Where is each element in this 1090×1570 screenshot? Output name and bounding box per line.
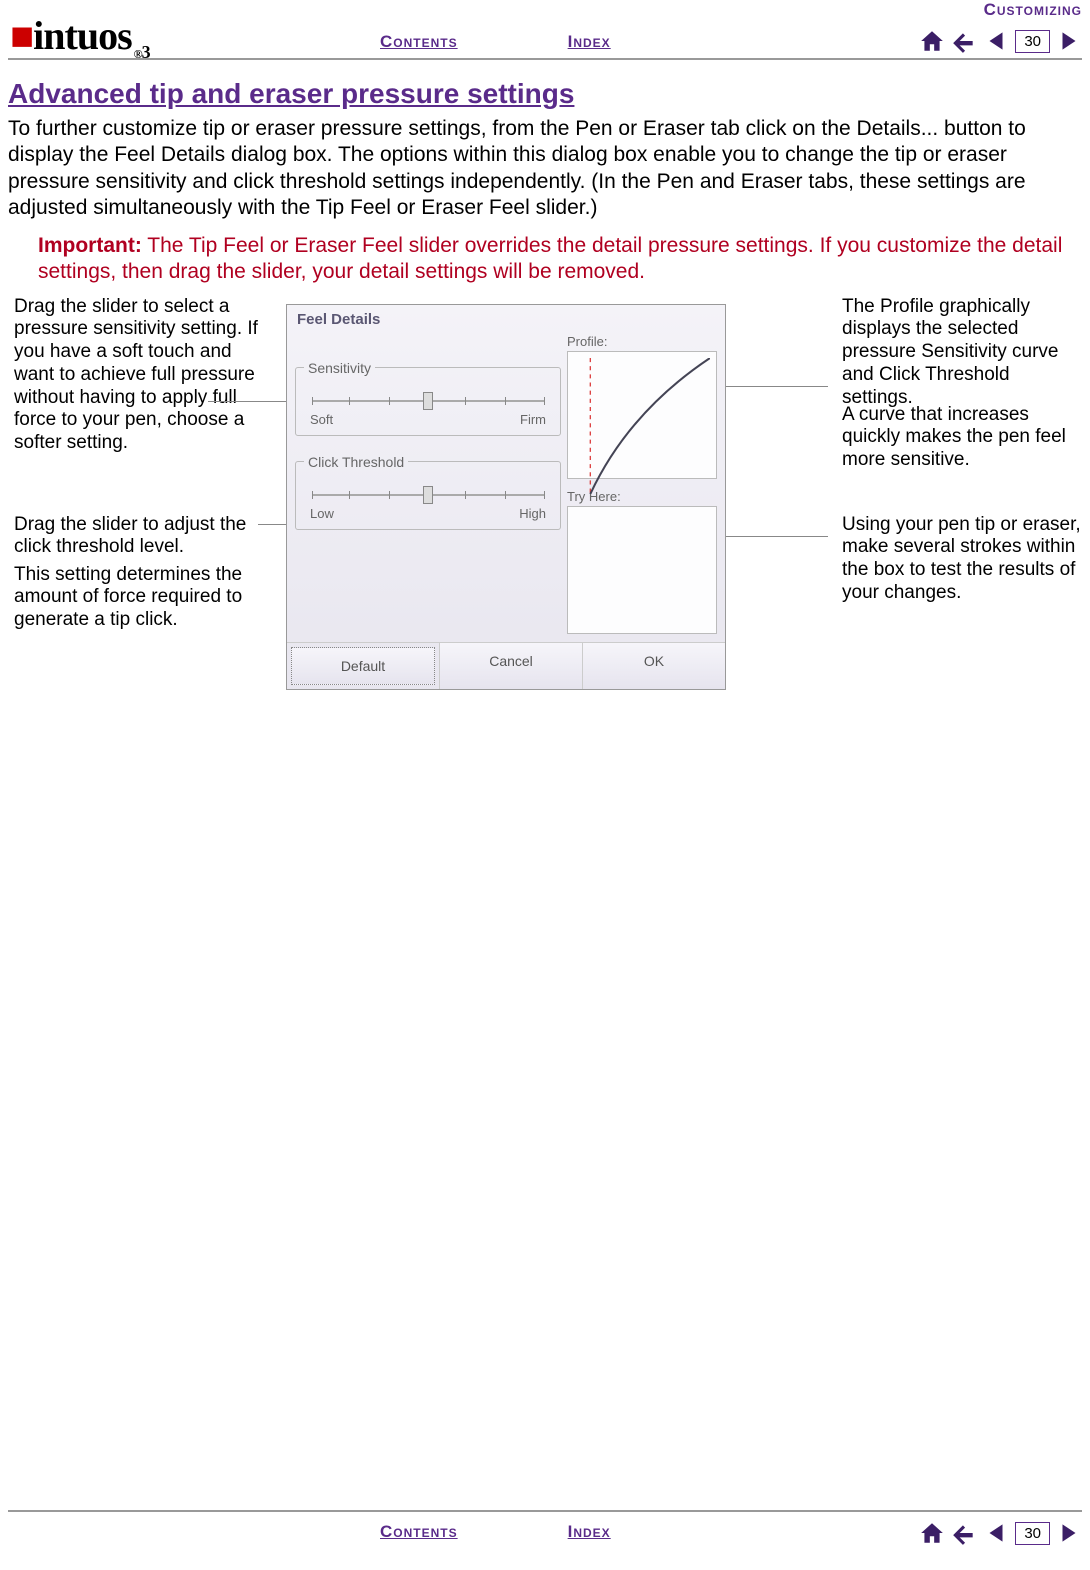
important-text: The Tip Feel or Eraser Feel slider overr…: [38, 234, 1062, 283]
sensitivity-legend: Sensitivity: [304, 360, 375, 376]
contents-link[interactable]: Contents: [380, 1522, 458, 1542]
footer-nav-links: Contents Index: [380, 1522, 611, 1542]
home-icon[interactable]: [919, 28, 945, 54]
brand-name: intuos: [33, 13, 132, 58]
intro-paragraph: To further customize tip or eraser press…: [8, 116, 1082, 221]
callout-tryhere: Using your pen tip or eraser, make sever…: [842, 514, 1082, 605]
header-divider: [8, 58, 1082, 60]
leader-line: [708, 536, 828, 537]
back-arrow-icon[interactable]: [951, 28, 977, 54]
callout-sensitivity: Drag the slider to select a pressure sen…: [14, 296, 264, 456]
leader-line: [208, 401, 286, 402]
cancel-button[interactable]: Cancel: [439, 643, 582, 689]
profile-label: Profile:: [567, 334, 717, 349]
index-link[interactable]: Index: [568, 1522, 611, 1542]
home-icon[interactable]: [919, 1520, 945, 1546]
threshold-group: Click Threshold Low High: [295, 454, 561, 530]
leader-line: [708, 386, 828, 387]
dialog-title: Feel Details: [287, 305, 725, 334]
callout-threshold-b: This setting determines the amount of fo…: [14, 564, 264, 632]
callout-profile-b: A curve that increases quickly makes the…: [842, 404, 1082, 472]
callout-profile-a: The Profile graphically displays the sel…: [842, 296, 1082, 410]
page-title: Advanced tip and eraser pressure setting…: [8, 78, 1082, 110]
prev-triangle-icon[interactable]: [983, 28, 1009, 54]
page-number: 30: [1015, 30, 1050, 53]
dialog-button-row: Default Cancel OK: [287, 642, 725, 689]
header-nav-links: Contents Index: [380, 32, 611, 52]
footer-nav-icons: 30: [919, 1520, 1082, 1546]
annotated-diagram: Drag the slider to select a pressure sen…: [8, 296, 1082, 796]
threshold-legend: Click Threshold: [304, 454, 408, 470]
sensitivity-group: Sensitivity Soft Firm: [295, 360, 561, 436]
slider-thumb-icon[interactable]: [423, 486, 433, 504]
page-footer: Contents Index 30: [0, 1510, 1090, 1570]
threshold-low-label: Low: [310, 506, 334, 521]
header-nav-icons: 30: [919, 28, 1082, 54]
threshold-high-label: High: [519, 506, 546, 521]
page-number: 30: [1015, 1522, 1050, 1545]
section-label[interactable]: Customizing: [984, 0, 1082, 20]
logo-dot-icon: ■: [10, 13, 33, 58]
index-link[interactable]: Index: [568, 32, 611, 52]
important-note: Important: The Tip Feel or Eraser Feel s…: [38, 233, 1082, 286]
brand-logo: ■intuos®3: [10, 12, 150, 63]
sensitivity-high-label: Firm: [520, 412, 546, 427]
page-content: Advanced tip and eraser pressure setting…: [8, 78, 1082, 796]
default-button[interactable]: Default: [291, 647, 435, 685]
feel-details-dialog: Feel Details Sensitivity Soft Firm: [286, 304, 726, 690]
footer-divider: [8, 1510, 1082, 1512]
slider-thumb-icon[interactable]: [423, 392, 433, 410]
callout-threshold-a: Drag the slider to adjust the click thre…: [14, 514, 264, 560]
next-triangle-icon[interactable]: [1056, 1520, 1082, 1546]
page-header: ■intuos®3 Customizing Contents Index 30: [0, 0, 1090, 60]
ok-button[interactable]: OK: [582, 643, 725, 689]
important-label: Important:: [38, 234, 142, 257]
profile-panel: [567, 351, 717, 479]
threshold-slider[interactable]: [312, 494, 544, 496]
sensitivity-slider[interactable]: [312, 400, 544, 402]
tryhere-panel[interactable]: [567, 506, 717, 634]
prev-triangle-icon[interactable]: [983, 1520, 1009, 1546]
contents-link[interactable]: Contents: [380, 32, 458, 52]
profile-curve-icon: [574, 358, 710, 494]
next-triangle-icon[interactable]: [1056, 28, 1082, 54]
back-arrow-icon[interactable]: [951, 1520, 977, 1546]
sensitivity-low-label: Soft: [310, 412, 333, 427]
